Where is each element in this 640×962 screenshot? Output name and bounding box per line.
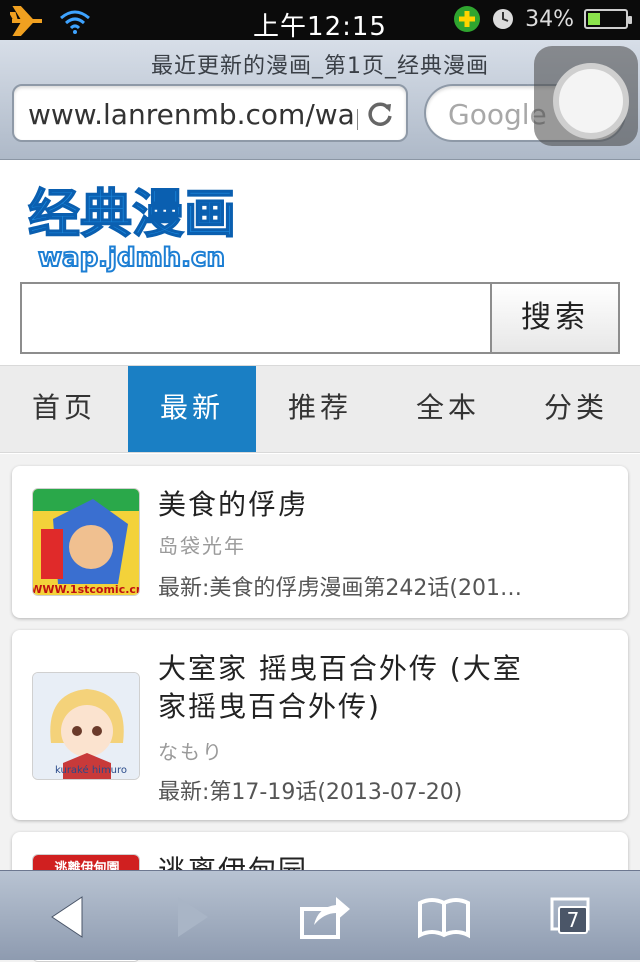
comic-latest: 最新:美食的俘虏漫画第242话(201…	[158, 576, 522, 601]
url-text: www.lanrenmb.com/wap	[28, 98, 358, 131]
bookmarks-icon[interactable]	[414, 889, 474, 945]
logo-text: 经典漫画	[28, 185, 236, 245]
battery-icon	[584, 9, 632, 29]
site-logo[interactable]: 经典漫画 wap.jdmh.cn	[24, 174, 274, 274]
nav-item-latest[interactable]: 最新	[128, 366, 256, 452]
comic-author: なもり	[158, 740, 224, 764]
site-search-input[interactable]	[20, 282, 492, 354]
reload-icon[interactable]	[364, 98, 396, 130]
browser-chrome: 最近更新的漫画_第1页_经典漫画 www.lanrenmb.com/wap Go…	[0, 40, 640, 160]
nav-item-home[interactable]: 首页	[0, 366, 128, 452]
list-item[interactable]: WWW.1stcomic.cn 美食的俘虏 岛袋光年 最新:美食的俘虏漫画第24…	[12, 466, 628, 618]
plus-badge-icon	[454, 6, 481, 32]
site-page: 经典漫画 wap.jdmh.cn 搜索 首页 最新 推荐 全本 分类 WWW.1…	[0, 160, 640, 962]
comic-thumbnail[interactable]: WWW.1stcomic.cn	[32, 488, 140, 596]
comic-latest: 最新:第17-19话(2013-07-20)	[158, 780, 463, 805]
nav-item-complete[interactable]: 全本	[384, 366, 512, 452]
list-item[interactable]: kuraké himuro 大室家 摇曳百合外传 (大室 家摇曳百合外传) なも…	[12, 630, 628, 820]
site-search: 搜索	[20, 282, 620, 354]
browser-toolbar	[0, 870, 640, 960]
comic-title[interactable]: 美食的俘虏	[158, 482, 308, 528]
comic-list: WWW.1stcomic.cn 美食的俘虏 岛袋光年 最新:美食的俘虏漫画第24…	[0, 454, 640, 962]
back-icon[interactable]	[38, 889, 98, 945]
comic-title-line2[interactable]: 家摇曳百合外传)	[158, 684, 381, 730]
battery-percent: 34%	[525, 6, 574, 32]
svg-text:kuraké himuro: kuraké himuro	[55, 764, 127, 776]
cover-image: WWW.1stcomic.cn	[33, 489, 140, 596]
comic-thumbnail[interactable]: kuraké himuro	[32, 672, 140, 780]
assistive-touch-button[interactable]	[534, 46, 638, 146]
search-placeholder: Google	[448, 98, 547, 131]
logo-domain: wap.jdmh.cn	[38, 243, 225, 273]
cover-image: kuraké himuro	[33, 673, 139, 779]
url-field[interactable]: www.lanrenmb.com/wap	[12, 84, 408, 142]
nav-bar: 首页 最新 推荐 全本 分类	[0, 365, 640, 453]
comic-author: 岛袋光年	[158, 534, 246, 558]
svg-text:WWW.1stcomic.cn: WWW.1stcomic.cn	[33, 583, 140, 596]
tab-count-badge[interactable]: 7	[558, 906, 588, 934]
share-icon[interactable]	[294, 889, 354, 945]
clock-icon	[493, 9, 514, 29]
forward-icon[interactable]	[162, 889, 222, 945]
battery-fill	[588, 13, 600, 25]
status-bar: 上午12:15 34%	[0, 0, 640, 42]
nav-item-recommended[interactable]: 推荐	[256, 366, 384, 452]
nav-item-categories[interactable]: 分类	[512, 366, 640, 452]
search-button[interactable]: 搜索	[490, 282, 620, 354]
